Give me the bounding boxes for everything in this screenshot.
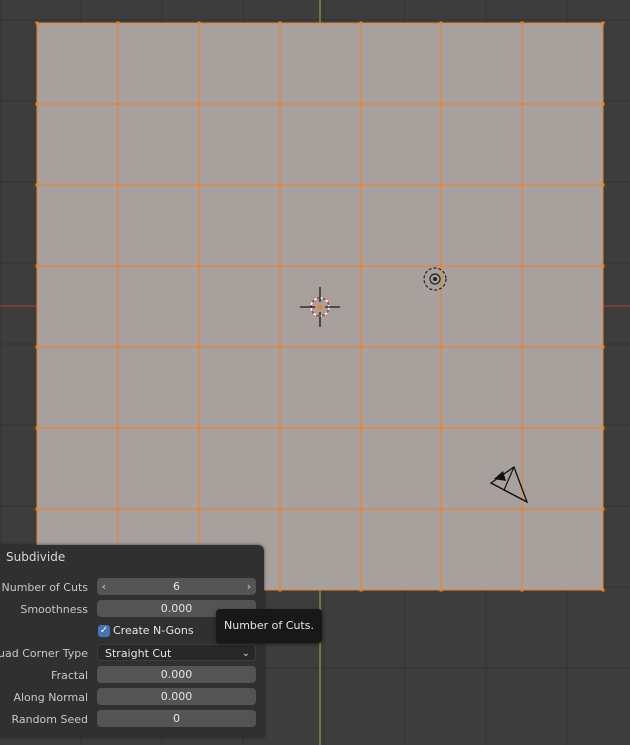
mesh-vertex[interactable] [359, 507, 363, 511]
mesh-vertex[interactable] [359, 264, 363, 268]
mesh-vertex[interactable] [601, 183, 605, 187]
mesh-vertex[interactable] [601, 102, 605, 106]
mesh-vertex[interactable] [439, 588, 443, 592]
mesh-vertex[interactable] [116, 102, 120, 106]
mesh-vertex[interactable] [278, 588, 282, 592]
mesh-vertex[interactable] [35, 507, 39, 511]
mesh-vertex[interactable] [520, 588, 524, 592]
mesh-vertex[interactable] [35, 264, 39, 268]
mesh-vertex[interactable] [439, 507, 443, 511]
along-normal-label: Along Normal [13, 691, 88, 704]
mesh-vertex[interactable] [520, 426, 524, 430]
smoothness-label: Smoothness [20, 603, 88, 616]
mesh-vertex[interactable] [116, 21, 120, 25]
mesh-vertex[interactable] [116, 426, 120, 430]
mesh-vertex[interactable] [35, 426, 39, 430]
mesh-vertex[interactable] [601, 21, 605, 25]
fractal-field[interactable]: 0.000 [97, 666, 256, 683]
mesh-vertex[interactable] [35, 183, 39, 187]
along-normal-field[interactable]: 0.000 [97, 688, 256, 705]
decrement-arrow-icon[interactable]: ‹ [97, 578, 111, 595]
mesh-vertex[interactable] [359, 588, 363, 592]
mesh-vertex[interactable] [116, 507, 120, 511]
random-seed-label: Random Seed [11, 713, 88, 726]
create-ngons-checkbox[interactable]: ✓ [98, 625, 110, 637]
panel-title: Subdivide [6, 550, 66, 564]
mesh-vertex[interactable] [116, 264, 120, 268]
mesh-vertex[interactable] [278, 264, 282, 268]
quad-corner-type-label: Quad Corner Type [0, 647, 88, 660]
mesh-vertex[interactable] [439, 102, 443, 106]
mesh-vertex[interactable] [439, 21, 443, 25]
mesh-vertex[interactable] [439, 345, 443, 349]
fractal-label: Fractal [51, 669, 88, 682]
mesh-vertex[interactable] [439, 264, 443, 268]
mesh-vertex[interactable] [116, 183, 120, 187]
tooltip: Number of Cuts. [216, 609, 322, 643]
mesh-vertex[interactable] [359, 21, 363, 25]
quad-corner-type-value: Straight Cut [105, 647, 172, 660]
mesh-vertex[interactable] [35, 345, 39, 349]
number-of-cuts-value: 6 [173, 580, 180, 593]
mesh-vertex[interactable] [601, 345, 605, 349]
mesh-vertex[interactable] [35, 102, 39, 106]
mesh-vertex[interactable] [359, 183, 363, 187]
mesh-vertex[interactable] [601, 426, 605, 430]
mesh-vertex[interactable] [359, 345, 363, 349]
mesh-vertex[interactable] [197, 183, 201, 187]
mesh-vertex[interactable] [439, 426, 443, 430]
random-seed-value: 0 [173, 712, 180, 725]
fractal-value: 0.000 [160, 668, 193, 681]
mesh-vertex[interactable] [520, 507, 524, 511]
increment-arrow-icon[interactable]: › [242, 578, 256, 595]
mesh-vertex[interactable] [520, 264, 524, 268]
mesh-vertex[interactable] [278, 426, 282, 430]
mesh-vertex[interactable] [520, 21, 524, 25]
mesh-vertex[interactable] [278, 345, 282, 349]
mesh-vertex[interactable] [520, 345, 524, 349]
mesh-vertex[interactable] [601, 264, 605, 268]
mesh-vertex[interactable] [197, 21, 201, 25]
mesh-vertex[interactable] [197, 345, 201, 349]
mesh-vertex[interactable] [520, 183, 524, 187]
random-seed-field[interactable]: 0 [97, 710, 256, 727]
number-of-cuts-field[interactable]: ‹ 6 › [97, 578, 256, 595]
mesh-vertex[interactable] [197, 102, 201, 106]
mesh-vertex[interactable] [116, 345, 120, 349]
mesh-vertex[interactable] [278, 183, 282, 187]
mesh-vertex[interactable] [278, 102, 282, 106]
mesh-vertex[interactable] [359, 426, 363, 430]
mesh-vertex[interactable] [359, 102, 363, 106]
mesh-vertex[interactable] [520, 102, 524, 106]
mesh-vertex[interactable] [278, 507, 282, 511]
mesh-vertex[interactable] [35, 21, 39, 25]
number-of-cuts-label: Number of Cuts [1, 581, 88, 594]
mesh-vertex[interactable] [278, 21, 282, 25]
mesh-vertex[interactable] [439, 183, 443, 187]
mesh-vertex[interactable] [197, 264, 201, 268]
mesh-vertex[interactable] [197, 507, 201, 511]
along-normal-value: 0.000 [160, 690, 193, 703]
create-ngons-label[interactable]: Create N-Gons [113, 624, 194, 637]
mesh-vertex[interactable] [197, 426, 201, 430]
mesh-vertex[interactable] [601, 588, 605, 592]
chevron-down-icon: ⌄ [241, 648, 250, 659]
quad-corner-type-dropdown[interactable]: Straight Cut ⌄ [97, 644, 256, 661]
smoothness-value: 0.000 [160, 602, 193, 615]
mesh-vertex[interactable] [601, 507, 605, 511]
